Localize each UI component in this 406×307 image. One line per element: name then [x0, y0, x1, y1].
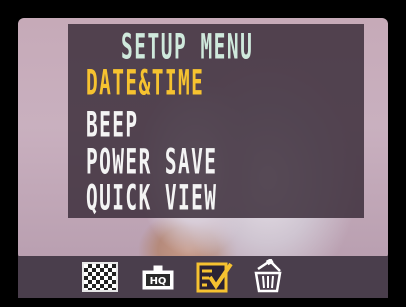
menu-title: SETUP MENU	[121, 27, 254, 68]
menu-item-power-save[interactable]: POWER SAVE	[86, 145, 217, 180]
hq-frame-icon[interactable]: HQ	[140, 262, 176, 292]
trash-delete-icon[interactable]	[250, 259, 286, 293]
hq-label: HQ	[150, 276, 167, 287]
camera-lcd-screen: SETUP MENU DATE&TIME BEEP POWER SAVE QUI…	[0, 0, 406, 307]
checkerboard-quality-icon[interactable]	[82, 262, 118, 292]
menu-item-beep[interactable]: BEEP	[86, 108, 139, 143]
setup-checklist-icon[interactable]	[196, 261, 234, 293]
menu-item-date-time[interactable]: DATE&TIME	[86, 66, 204, 101]
menu-item-quick-view[interactable]: QUICK VIEW	[86, 181, 217, 216]
